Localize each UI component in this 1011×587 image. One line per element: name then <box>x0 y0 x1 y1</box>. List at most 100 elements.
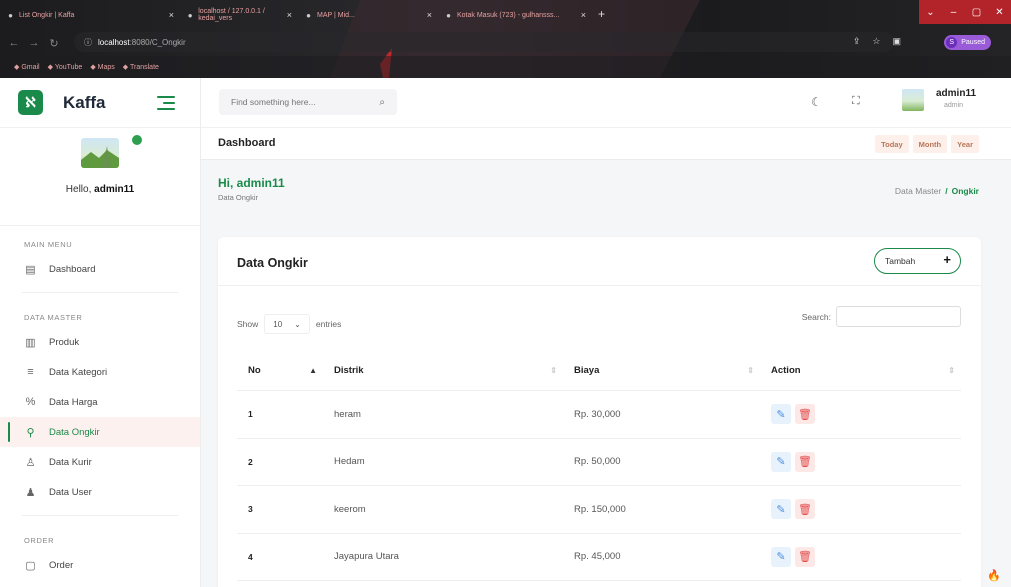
column-header-biaya[interactable]: Biaya ⇕ <box>563 351 760 391</box>
hello-name: admin11 <box>94 184 135 195</box>
chevron-down-icon: ⌄ <box>294 319 301 329</box>
share-icon[interactable]: ⇪ <box>853 36 861 47</box>
range-buttons: Today Month Year <box>875 135 979 153</box>
star-icon[interactable]: ☆ <box>872 36 880 47</box>
sidebar-item-data-kategori[interactable]: ≡ Data Kategori <box>0 357 200 387</box>
browser-tab[interactable]: ● localhost / 127.0.0.1 / kedai_vers × <box>180 4 298 26</box>
range-button-today[interactable]: Today <box>875 135 909 153</box>
search-icon[interactable]: ⌕ <box>379 97 385 108</box>
bookmark-item[interactable]: ◆ Maps <box>90 63 114 71</box>
column-header-distrik[interactable]: Distrik ⇕ <box>323 351 563 391</box>
trash-icon[interactable]: 🗑 <box>795 404 815 425</box>
breadcrumb-parent[interactable]: Data Master <box>895 186 941 196</box>
cell-biaya: Rp. 50,000 <box>574 456 621 468</box>
browser-tab[interactable]: ● Kotak Masuk (723) - gulhansss... × <box>438 4 592 26</box>
edit-icon[interactable]: ✎ <box>771 499 791 520</box>
top-header: ⌕ ☾ ⛶ admin11 admin <box>201 78 1011 128</box>
close-icon[interactable]: × <box>427 10 432 20</box>
global-search[interactable]: ⌕ <box>219 89 397 115</box>
browser-tab[interactable]: ● List Ongkir | Kaffa × <box>0 4 180 26</box>
sidebar-item-data-kurir[interactable]: ♙ Data Kurir <box>0 447 200 477</box>
bookmark-label: YouTube <box>54 64 83 71</box>
sidebar-item-data-ongkir[interactable]: ⚲ Data Ongkir <box>0 417 200 447</box>
page-length-select[interactable]: 10 ⌄ <box>264 314 310 334</box>
fullscreen-icon[interactable]: ⛶ <box>852 95 860 108</box>
bookmark-item[interactable]: ◆ Translate <box>123 63 159 71</box>
breadcrumb-current: Ongkir <box>951 186 979 196</box>
sidebar-item-data-user[interactable]: ♟ Data User <box>0 477 200 507</box>
add-button[interactable]: Tambah + <box>874 248 961 274</box>
edit-icon[interactable]: ✎ <box>771 546 791 567</box>
sidebar-item-produk[interactable]: ▥ Produk <box>0 327 200 357</box>
column-header-action[interactable]: Action ⇕ <box>760 351 961 391</box>
range-button-year[interactable]: Year <box>951 135 979 153</box>
site-info-icon[interactable]: ⓘ <box>84 37 92 48</box>
menu-toggle-icon[interactable] <box>157 96 175 110</box>
table-search-input[interactable] <box>836 306 961 327</box>
browser-tab[interactable]: ● MAP | Mid... × <box>298 4 438 26</box>
trash-icon[interactable]: 🗑 <box>795 499 815 520</box>
reload-icon[interactable]: ↻ <box>44 37 64 50</box>
show-label: Show <box>237 319 259 329</box>
settings-badge-icon[interactable] <box>132 135 142 145</box>
sidebar-profile: Hello, admin11 <box>0 128 200 226</box>
bookmark-item[interactable]: ◆ YouTube <box>48 63 83 71</box>
trash-icon[interactable]: 🗑 <box>795 546 815 567</box>
chevron-down-icon[interactable]: ⌄ <box>919 0 942 24</box>
close-icon[interactable]: × <box>581 10 586 20</box>
sidebar-item-label: Data Kategori <box>49 366 108 378</box>
bookmark-item[interactable]: ◆ Gmail <box>14 63 40 71</box>
percent-icon: % <box>25 396 36 408</box>
moon-icon[interactable]: ☾ <box>811 95 822 109</box>
greeting: Hi, admin11 <box>218 176 285 190</box>
avatar[interactable] <box>902 89 924 111</box>
maximize-icon[interactable]: ▢ <box>965 0 988 24</box>
brand: ℵ Kaffa <box>0 78 200 128</box>
sort-icon: ⇕ <box>747 366 754 375</box>
sidebar-item-dashboard[interactable]: ▤ Dashboard <box>0 254 200 284</box>
users-icon: ♟ <box>25 486 36 499</box>
table-search-label: Search: <box>801 311 831 322</box>
menu-section-title: MAIN MENU <box>24 240 73 249</box>
cell-no: 4 <box>248 551 253 562</box>
close-icon[interactable]: ✕ <box>988 0 1011 24</box>
close-icon[interactable]: × <box>287 10 292 20</box>
minimize-icon[interactable]: – <box>942 0 965 24</box>
column-header-label: Biaya <box>574 365 600 376</box>
favicon-icon: ● <box>187 10 193 20</box>
profile-button[interactable]: S Paused <box>944 35 991 50</box>
forward-icon[interactable]: → <box>24 37 44 49</box>
range-button-month[interactable]: Month <box>912 135 948 153</box>
edit-icon[interactable]: ✎ <box>771 404 791 425</box>
sidebar-item-label: Data Ongkir <box>49 426 100 438</box>
page-length-value: 10 <box>273 319 283 329</box>
trash-icon[interactable]: 🗑 <box>795 451 815 472</box>
cell-action: ✎ 🗑 <box>760 438 961 486</box>
sidebar-item-order[interactable]: ▢ Order <box>0 550 200 580</box>
url-host: localhost <box>98 37 130 47</box>
global-search-input[interactable] <box>231 97 380 107</box>
page-title: Dashboard <box>218 137 276 149</box>
user-icon: ♙ <box>25 456 36 469</box>
sidebar-item-label: Order <box>49 559 74 571</box>
close-icon[interactable]: × <box>169 10 174 20</box>
column-header-no[interactable]: No ▲ <box>237 351 323 391</box>
favicon-icon: ● <box>446 10 451 20</box>
hello-text: Hello, admin11 <box>65 184 135 195</box>
profile-avatar: S <box>946 37 958 48</box>
back-icon[interactable]: ← <box>4 37 24 49</box>
table-row: 4 Jayapura Utara Rp. 45,000 ✎ 🗑 <box>237 534 961 581</box>
edit-icon[interactable]: ✎ <box>771 451 791 472</box>
table-row: 2 Hedam Rp. 50,000 ✎ 🗑 <box>237 438 961 486</box>
sidebar-item-data-harga[interactable]: % Data Harga <box>0 387 200 417</box>
menu-section-title: DATA MASTER <box>24 313 83 322</box>
favicon-icon: ● <box>306 10 311 20</box>
new-tab-button[interactable]: + <box>598 7 605 21</box>
sidebar-item-label: Dashboard <box>49 263 96 275</box>
extension-icon[interactable]: ▣ <box>892 36 901 47</box>
bookmark-icon: ◆ <box>122 64 130 71</box>
bookmark-icon: ◆ <box>90 64 98 71</box>
address-bar[interactable]: ⓘ localhost :8080/C_Ongkir <box>74 32 894 52</box>
bookmark-label: Gmail <box>21 64 40 71</box>
cell-action: ✎ 🗑 <box>760 391 961 439</box>
